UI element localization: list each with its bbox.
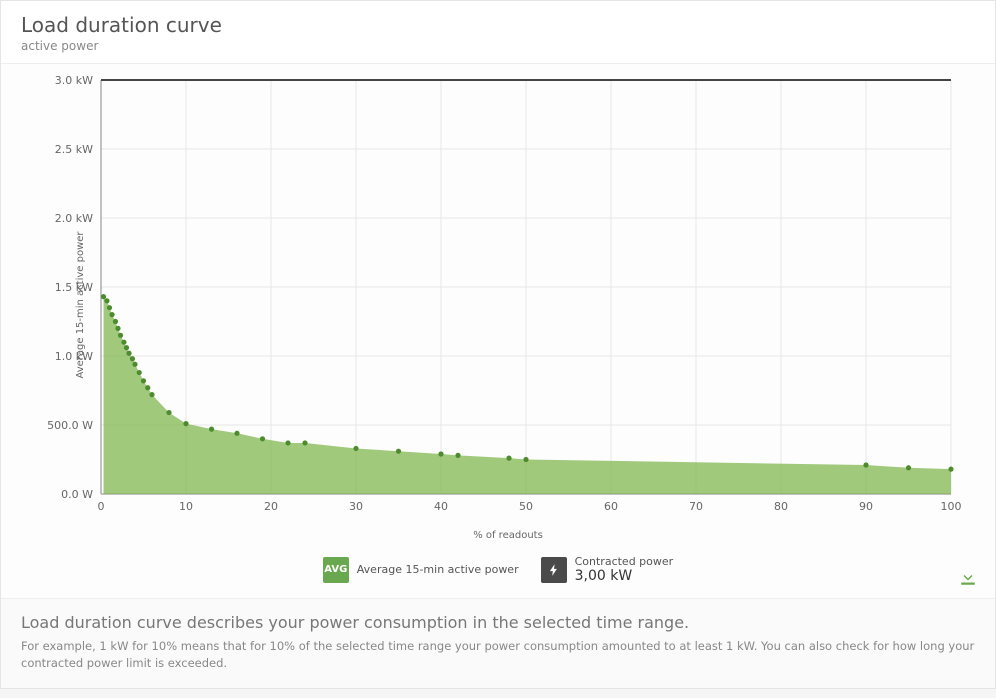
svg-text:2.5 kW: 2.5 kW bbox=[55, 143, 93, 156]
svg-text:20: 20 bbox=[264, 500, 278, 513]
load-duration-chart[interactable]: 0.0 W 500.0 W 1.0 kW 1.5 kW 2.0 kW 2.5 kW 3.0 … bbox=[41, 74, 961, 524]
svg-text:70: 70 bbox=[689, 500, 703, 513]
legend-cp-value: 3,00 kW bbox=[575, 568, 674, 584]
card-header: Load duration curve active power bbox=[1, 1, 995, 64]
svg-text:10: 10 bbox=[179, 500, 193, 513]
svg-text:1.5 kW: 1.5 kW bbox=[55, 281, 93, 294]
avg-badge-icon: AVG bbox=[323, 557, 349, 583]
svg-text:0: 0 bbox=[98, 500, 105, 513]
x-axis-label: % of readouts bbox=[41, 530, 975, 541]
svg-text:2.0 kW: 2.0 kW bbox=[55, 212, 93, 225]
description-body: For example, 1 kW for 10% means that for… bbox=[21, 638, 975, 671]
legend-avg-label: Average 15-min active power bbox=[357, 563, 519, 576]
svg-text:100: 100 bbox=[941, 500, 962, 513]
card-title: Load duration curve bbox=[21, 13, 975, 37]
svg-text:0.0 W: 0.0 W bbox=[61, 488, 93, 501]
description-panel: Load duration curve describes your power… bbox=[1, 598, 995, 687]
svg-text:30: 30 bbox=[349, 500, 363, 513]
card-subtitle: active power bbox=[21, 39, 975, 53]
svg-text:500.0 W: 500.0 W bbox=[47, 419, 93, 432]
description-title: Load duration curve describes your power… bbox=[21, 613, 975, 632]
svg-text:90: 90 bbox=[859, 500, 873, 513]
chart-card: Load duration curve active power Average… bbox=[0, 0, 996, 689]
download-icon bbox=[959, 570, 977, 586]
svg-text:1.0 kW: 1.0 kW bbox=[55, 350, 93, 363]
svg-text:50: 50 bbox=[519, 500, 533, 513]
legend-item-avg[interactable]: AVG Average 15-min active power bbox=[323, 557, 519, 583]
svg-text:80: 80 bbox=[774, 500, 788, 513]
y-axis-label: Average 15-min active power bbox=[75, 231, 86, 378]
chart-area: Average 15-min active power 0.0 W 500.0 W… bbox=[1, 64, 995, 545]
legend-cp-label: Contracted power bbox=[575, 555, 674, 568]
legend-item-contracted[interactable]: Contracted power 3,00 kW bbox=[541, 555, 674, 584]
svg-text:40: 40 bbox=[434, 500, 448, 513]
svg-text:3.0 kW: 3.0 kW bbox=[55, 74, 93, 87]
legend: AVG Average 15-min active power Contract… bbox=[1, 545, 995, 598]
download-button[interactable] bbox=[959, 570, 977, 586]
bolt-icon bbox=[541, 557, 567, 583]
svg-text:60: 60 bbox=[604, 500, 618, 513]
